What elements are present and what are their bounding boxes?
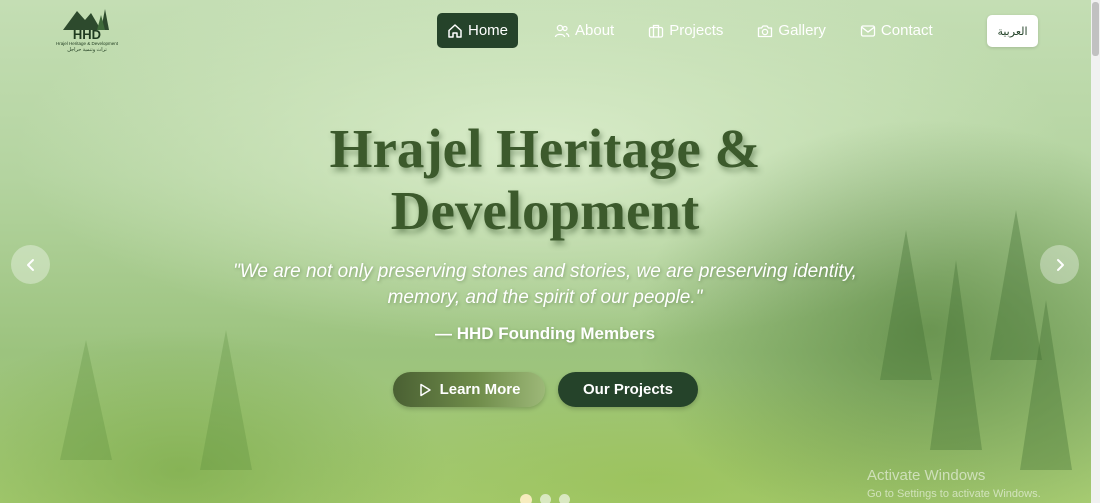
background-tree bbox=[60, 340, 112, 460]
hero-title-line-2: Development bbox=[390, 180, 700, 241]
carousel-indicators bbox=[520, 494, 570, 503]
page-scrollbar[interactable] bbox=[1091, 0, 1100, 503]
hero-background bbox=[0, 0, 1091, 503]
nav-projects-label: Projects bbox=[669, 22, 724, 39]
watermark-title: Activate Windows bbox=[867, 467, 986, 484]
nav-about-label: About bbox=[575, 22, 615, 39]
nav-home[interactable]: Home bbox=[437, 13, 519, 48]
carousel-dot-1[interactable] bbox=[520, 494, 532, 503]
scrollbar-thumb[interactable] bbox=[1092, 2, 1099, 56]
camera-icon bbox=[758, 24, 773, 37]
briefcase-icon bbox=[649, 24, 664, 38]
windows-activation-watermark: Activate Windows Go to Settings to activ… bbox=[867, 467, 1041, 501]
play-icon bbox=[419, 383, 431, 396]
home-icon bbox=[448, 23, 462, 38]
mail-icon bbox=[860, 24, 876, 37]
carousel-prev-button[interactable] bbox=[11, 245, 50, 284]
language-toggle-button[interactable]: العربية bbox=[987, 15, 1038, 47]
logo-arabic-name: تراث وتنمية حراجل bbox=[67, 47, 107, 53]
nav-projects[interactable]: Projects bbox=[638, 13, 733, 48]
users-icon bbox=[554, 24, 570, 37]
nav-home-label: Home bbox=[468, 22, 509, 39]
carousel-dot-2[interactable] bbox=[540, 494, 551, 503]
background-tree bbox=[930, 260, 982, 450]
nav-gallery-label: Gallery bbox=[778, 22, 826, 39]
hero-quote-line-1: "We are not only preserving stones and s… bbox=[233, 261, 857, 282]
our-projects-label: Our Projects bbox=[582, 381, 674, 398]
learn-more-label: Learn More bbox=[439, 381, 521, 398]
hero-quote: "We are not only preserving stones and s… bbox=[200, 259, 890, 311]
carousel-dot-3[interactable] bbox=[559, 494, 570, 503]
main-navigation: Home About Projects Gallery Contact bbox=[437, 13, 957, 48]
nav-contact-label: Contact bbox=[880, 22, 933, 39]
watermark-subtitle: Go to Settings to activate Windows. bbox=[867, 488, 1041, 500]
hero-quote-line-2: memory, and the spirit of our people." bbox=[387, 287, 703, 308]
carousel-next-button[interactable] bbox=[1040, 245, 1079, 284]
chevron-right-icon bbox=[1056, 258, 1064, 271]
nav-about[interactable]: About bbox=[544, 13, 624, 48]
background-tree bbox=[200, 330, 252, 470]
logo-abbreviation: HHD bbox=[72, 27, 102, 42]
hero-title-line-1: Hrajel Heritage & bbox=[329, 118, 761, 179]
background-tree bbox=[1020, 300, 1072, 470]
nav-gallery[interactable]: Gallery bbox=[747, 13, 836, 48]
site-logo[interactable]: HHD Hrajel Heritage & Development تراث و… bbox=[52, 5, 122, 57]
learn-more-button[interactable]: Learn More bbox=[393, 372, 545, 407]
hero-title: Hrajel Heritage & Development bbox=[250, 118, 840, 242]
quote-attribution: — HHD Founding Members bbox=[434, 324, 656, 343]
chevron-left-icon bbox=[26, 258, 34, 271]
our-projects-button[interactable]: Our Projects bbox=[558, 372, 698, 407]
nav-contact[interactable]: Contact bbox=[850, 13, 943, 48]
